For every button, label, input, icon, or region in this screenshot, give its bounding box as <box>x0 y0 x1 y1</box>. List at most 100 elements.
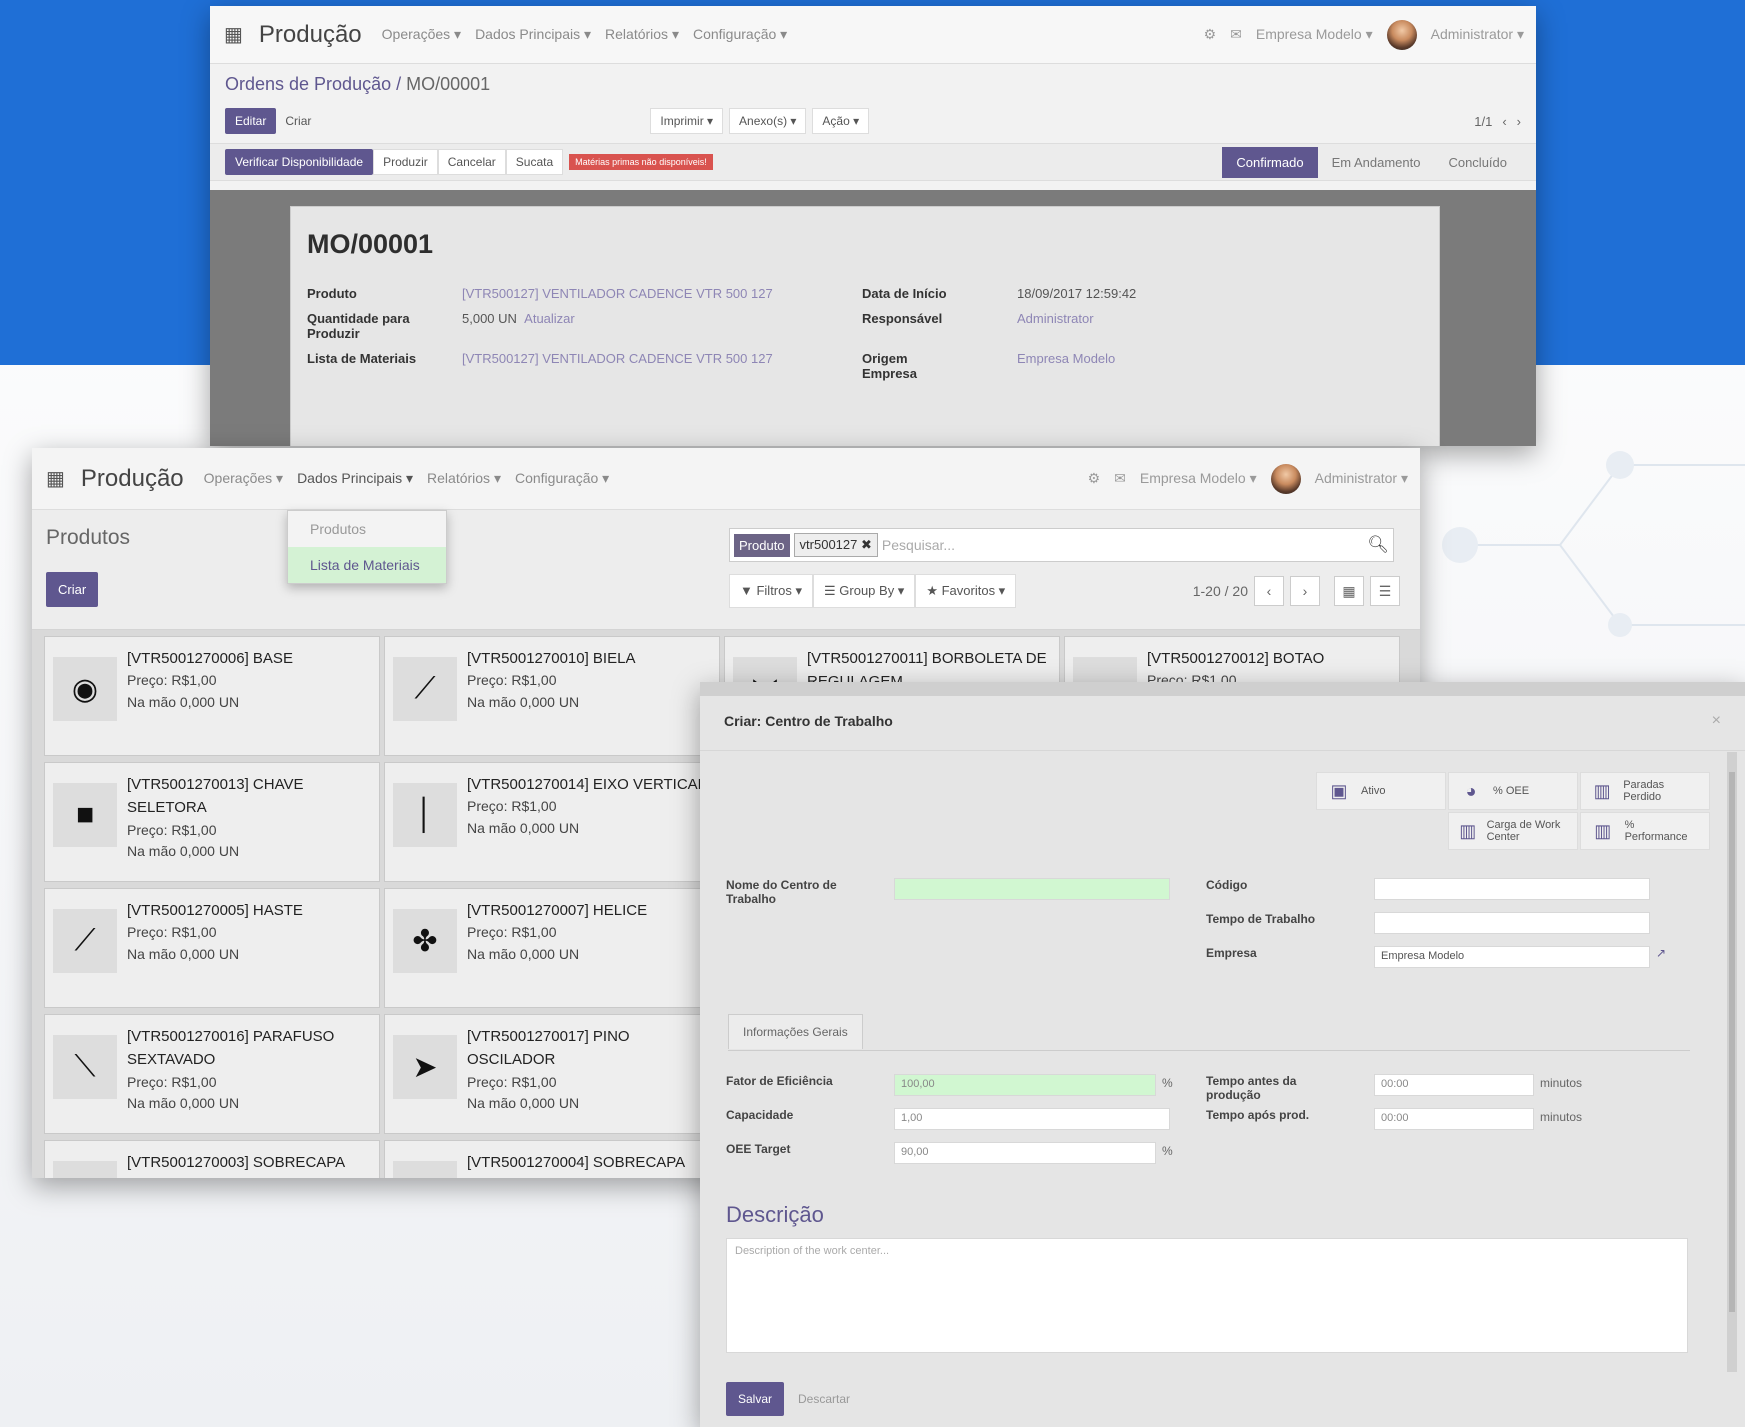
menu-reports[interactable]: Relatórios ▾ <box>427 470 501 487</box>
product-card[interactable]: ✤ [VTR5001270007] HELICE Preço: R$1,00 Na m… <box>384 888 720 1008</box>
avatar[interactable] <box>1270 463 1301 494</box>
bom-field[interactable]: [VTR500127] VENTILADOR CADENCE VTR 500 1… <box>462 351 862 381</box>
menu-configuration[interactable]: Configuração ▾ <box>693 26 787 43</box>
scrap-button[interactable]: Sucata <box>505 149 564 175</box>
product-name: [VTR5001270003] SOBRECAPA <box>127 1154 346 1171</box>
product-card[interactable]: ➤ [VTR5001270017] PINO OSCILADOR Preço: R$… <box>384 1014 720 1134</box>
action-button[interactable]: Ação ▾ <box>812 108 870 134</box>
chevron-left-icon[interactable]: ‹ <box>1254 576 1284 606</box>
product-field[interactable]: [VTR500127] VENTILADOR CADENCE VTR 500 1… <box>462 286 862 301</box>
working-hours-label: Tempo de Trabalho <box>1206 912 1316 926</box>
product-card[interactable]: ⟋ [VTR5001270010] BIELA Preço: R$1,00 Na mã… <box>384 636 720 756</box>
working-hours-select[interactable] <box>1374 912 1650 934</box>
product-card[interactable]: ◓ [VTR5001270004] SOBRECAPA <box>384 1140 720 1178</box>
apps-grid-icon[interactable]: ▦ <box>46 466 65 491</box>
chat-icon[interactable]: ✉ <box>1114 470 1126 487</box>
product-stock: Na mão 0,000 UN <box>467 819 580 836</box>
cancel-button[interactable]: Cancelar <box>437 149 506 175</box>
kanban-view-icon[interactable]: ▦ <box>1334 576 1364 606</box>
menu-operations[interactable]: Operações ▾ <box>204 470 283 487</box>
oee-button[interactable]: ◕ % OEE <box>1448 772 1578 810</box>
company-switcher[interactable]: Empresa Modelo ▾ <box>1256 26 1373 43</box>
external-link-icon[interactable]: ↗ <box>1656 946 1666 960</box>
group-by-button[interactable]: ☰ Group By ▾ <box>813 574 916 608</box>
load-button[interactable]: ▥ Carga de Work Center <box>1448 812 1578 850</box>
close-icon[interactable]: × <box>1712 712 1721 730</box>
tab-general-info[interactable]: Informações Gerais <box>728 1014 863 1049</box>
description-textarea[interactable]: Description of the work center... <box>726 1238 1688 1353</box>
stage-confirmed[interactable]: Confirmado <box>1222 146 1318 178</box>
update-quantity-link[interactable]: Atualizar <box>524 311 575 326</box>
time-before-input[interactable]: 00:00 <box>1374 1074 1534 1096</box>
menu-master-data[interactable]: Dados Principais ▾ <box>297 470 413 487</box>
product-card[interactable]: ⟍ [VTR5001270016] PARAFUSO SEXTAVADO Preço… <box>44 1014 380 1134</box>
oee-target-input[interactable]: 90,00 <box>894 1142 1156 1164</box>
apps-grid-icon[interactable]: ▦ <box>224 22 243 47</box>
breadcrumb-parent-link[interactable]: Ordens de Produção / <box>225 74 401 94</box>
company-field[interactable]: Empresa Modelo <box>1017 351 1297 381</box>
filters-button[interactable]: ▼ Filtros ▾ <box>729 574 814 608</box>
start-date-field[interactable]: 18/09/2017 12:59:42 <box>1017 286 1297 301</box>
pie-chart-icon: ◕ <box>1465 780 1477 801</box>
time-after-input[interactable]: 00:00 <box>1374 1108 1534 1130</box>
remove-facet-icon[interactable]: ✖ <box>861 537 872 552</box>
check-availability-button[interactable]: Verificar Disponibilidade <box>225 149 374 175</box>
save-button[interactable]: Salvar <box>726 1382 785 1416</box>
edit-button[interactable]: Editar <box>225 108 277 134</box>
product-info: [VTR5001270010] BIELA Preço: R$1,00 Na mão… <box>467 647 635 745</box>
user-menu[interactable]: Administrator ▾ <box>1315 470 1408 487</box>
attachments-button[interactable]: Anexo(s) ▾ <box>729 108 807 134</box>
dropdown-item-bom[interactable]: Lista de Materiais <box>288 547 446 583</box>
search-bar[interactable]: Produto vtr500127 ✖ Pesquisar... 🔍︎ <box>729 528 1394 562</box>
efficiency-input[interactable]: 100,00 <box>894 1074 1156 1096</box>
menu-master-data[interactable]: Dados Principais ▾ <box>475 26 591 43</box>
quantity-field[interactable]: 5,000 UN Atualizar <box>462 311 862 341</box>
responsible-field[interactable]: Administrator <box>1017 311 1297 341</box>
name-input[interactable] <box>894 878 1170 900</box>
capacity-input[interactable]: 1,00 <box>894 1108 1170 1130</box>
cover-icon: ◓ <box>393 1161 457 1178</box>
rod-icon: ⟋ <box>393 657 457 721</box>
menu-configuration[interactable]: Configuração ▾ <box>515 470 609 487</box>
status-bar: Verificar Disponibilidade Produzir Cance… <box>210 143 1536 181</box>
chevron-right-icon[interactable]: › <box>1517 114 1521 129</box>
product-card[interactable]: │ [VTR5001270014] EIXO VERTICAL Preço: R$1… <box>384 762 720 882</box>
product-card[interactable]: ■ [VTR5001270013] CHAVE SELETORA Preço: R$… <box>44 762 380 882</box>
active-button[interactable]: ▣ Ativo <box>1316 772 1446 810</box>
produce-button[interactable]: Produzir <box>373 149 438 175</box>
chat-icon[interactable]: ✉ <box>1230 26 1242 43</box>
performance-button[interactable]: ▥ % Performance <box>1580 812 1710 850</box>
chevron-right-icon[interactable]: › <box>1290 576 1320 606</box>
user-menu[interactable]: Administrator ▾ <box>1431 26 1524 43</box>
search-input[interactable]: Pesquisar... <box>882 537 1364 553</box>
product-info: [VTR5001270004] SOBRECAPA <box>467 1151 685 1178</box>
list-view-icon[interactable]: ☰ <box>1370 576 1400 606</box>
stage-in-progress[interactable]: Em Andamento <box>1318 147 1435 178</box>
favorites-button[interactable]: ★ Favoritos ▾ <box>915 574 1017 608</box>
round-base-icon: ◉ <box>53 657 117 721</box>
product-card[interactable]: ◓ [VTR5001270003] SOBRECAPA <box>44 1140 380 1178</box>
dropdown-item-products[interactable]: Produtos <box>288 511 446 547</box>
discard-button[interactable]: Descartar <box>798 1392 850 1406</box>
create-button[interactable]: Criar <box>276 109 320 133</box>
product-info: [VTR5001270003] SOBRECAPA <box>127 1151 345 1178</box>
bug-icon[interactable]: ⚙ <box>1204 26 1217 43</box>
dialog-scrollbar[interactable] <box>1727 752 1737 1372</box>
print-button[interactable]: Imprimir ▾ <box>650 108 724 134</box>
menu-operations[interactable]: Operações ▾ <box>382 26 461 43</box>
product-card[interactable]: ◉ [VTR5001270006] BASE Preço: R$1,00 Na mão… <box>44 636 380 756</box>
chevron-left-icon[interactable]: ‹ <box>1502 114 1506 129</box>
create-button[interactable]: Criar <box>46 572 99 607</box>
product-name: [VTR5001270004] SOBRECAPA <box>467 1154 686 1171</box>
stage-done[interactable]: Concluído <box>1434 147 1521 178</box>
search-icon[interactable]: 🔍︎ <box>1367 535 1389 555</box>
code-input[interactable] <box>1374 878 1650 900</box>
search-facet[interactable]: vtr500127 ✖ <box>793 533 878 557</box>
avatar[interactable] <box>1386 19 1417 50</box>
bug-icon[interactable]: ⚙ <box>1088 470 1101 487</box>
product-card[interactable]: ⟋ [VTR5001270005] HASTE Preço: R$1,00 Na mã… <box>44 888 380 1008</box>
company-select[interactable]: Empresa Modelo <box>1374 946 1650 968</box>
menu-reports[interactable]: Relatórios ▾ <box>605 26 679 43</box>
losses-button[interactable]: ▥ Paradas Perdido <box>1580 772 1710 810</box>
company-switcher[interactable]: Empresa Modelo ▾ <box>1140 470 1257 487</box>
